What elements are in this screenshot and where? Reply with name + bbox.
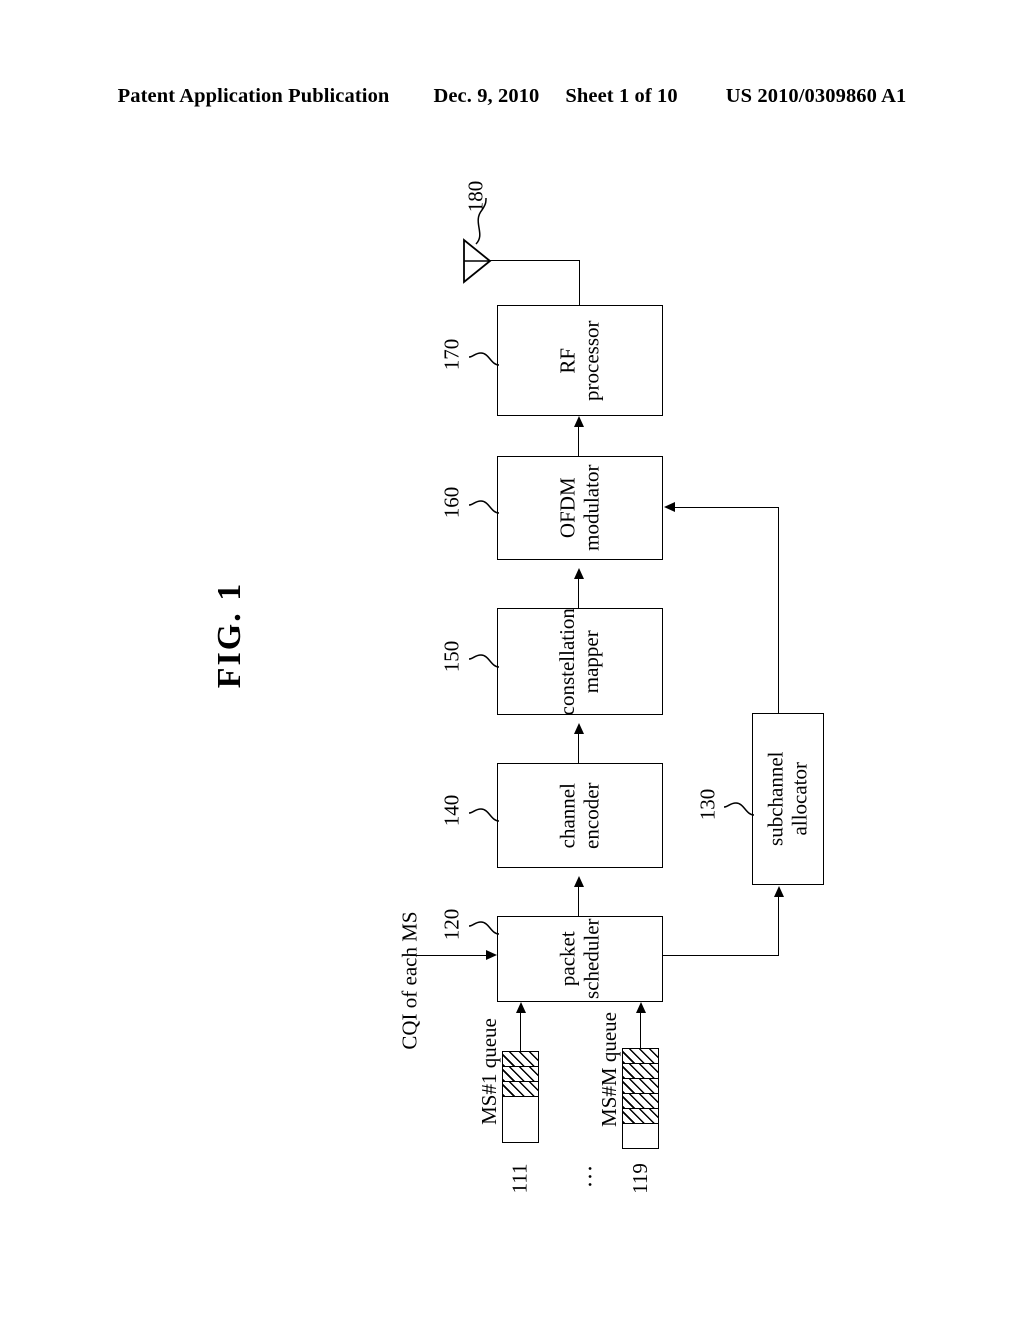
arrowhead-scheduler-to-allocator bbox=[773, 886, 784, 897]
link-ms1-queue-to-scheduler bbox=[520, 1012, 521, 1052]
arrowhead-mapper-to-ofdm bbox=[573, 568, 584, 579]
link-allocator-to-ofdm-horizontal bbox=[675, 507, 779, 508]
arrowhead-ms1-queue-to-scheduler bbox=[515, 1002, 526, 1013]
queue-cell bbox=[503, 1097, 538, 1141]
block-packet-scheduler-label: packet scheduler bbox=[555, 918, 603, 1000]
block-subchannel-allocator[interactable]: subchannel allocator bbox=[752, 713, 824, 885]
link-scheduler-to-encoder bbox=[578, 884, 579, 916]
link-encoder-to-mapper bbox=[578, 731, 579, 763]
block-rf-processor[interactable]: RF processor bbox=[497, 305, 663, 416]
queue-cell bbox=[623, 1094, 658, 1109]
arrowhead-ofdm-to-rf bbox=[573, 416, 584, 427]
queue-msm-label: MS#M queue bbox=[596, 1011, 621, 1127]
arrowhead-msm-queue-to-scheduler bbox=[635, 1002, 646, 1013]
link-msm-queue-to-scheduler bbox=[640, 1012, 641, 1049]
block-channel-encoder[interactable]: channel encoder bbox=[497, 763, 663, 868]
ref-140: 140 bbox=[439, 794, 464, 826]
header-sheet: Sheet 1 of 10 bbox=[565, 85, 678, 107]
block-constellation-mapper-label: constellation mapper bbox=[555, 607, 603, 716]
block-ofdm-modulator-label: OFDM modulator bbox=[555, 464, 603, 552]
queue-cell bbox=[623, 1124, 658, 1144]
block-constellation-mapper[interactable]: constellation mapper bbox=[497, 608, 663, 715]
ref-111: 111 bbox=[507, 1163, 532, 1193]
queue-cell bbox=[623, 1109, 658, 1124]
ref-180: 180 bbox=[463, 180, 488, 212]
page-header: Patent Application Publication Dec. 9, 2… bbox=[0, 85, 1024, 115]
block-packet-scheduler[interactable]: packet scheduler bbox=[497, 916, 663, 1002]
ref-119: 119 bbox=[627, 1162, 652, 1194]
link-allocator-to-ofdm-vertical bbox=[778, 507, 779, 713]
arrowhead-allocator-to-ofdm bbox=[664, 501, 675, 512]
patent-figure-page: Patent Application Publication Dec. 9, 2… bbox=[0, 0, 1024, 1320]
header-date: Dec. 9, 2010 bbox=[433, 85, 540, 107]
ref-150: 150 bbox=[439, 640, 464, 672]
arrowhead-cqi-input bbox=[486, 949, 497, 960]
arrowhead-scheduler-to-encoder bbox=[573, 876, 584, 887]
block-subchannel-allocator-label: subchannel allocator bbox=[763, 751, 812, 847]
ref-170: 170 bbox=[439, 338, 464, 370]
link-ofdm-to-rf bbox=[578, 424, 579, 456]
ref-160: 160 bbox=[439, 486, 464, 518]
link-scheduler-to-allocator-horizontal bbox=[663, 955, 779, 956]
header-publication: Patent Application Publication bbox=[117, 85, 390, 107]
figure-title-text: FIG. 1 bbox=[210, 581, 248, 689]
ref-130: 130 bbox=[695, 788, 720, 820]
block-ofdm-modulator[interactable]: OFDM modulator bbox=[497, 456, 663, 560]
cqi-input-label: CQI of each MS bbox=[397, 910, 422, 1050]
queue-ellipsis: ... bbox=[571, 1163, 598, 1187]
block-rf-processor-label: RF processor bbox=[555, 320, 603, 401]
antenna-feed-horizontal bbox=[489, 260, 580, 261]
figure-title: FIG. 1 bbox=[155, 560, 305, 710]
antenna-feed-vertical bbox=[579, 260, 580, 306]
arrowhead-encoder-to-mapper bbox=[573, 723, 584, 734]
block-channel-encoder-label: channel encoder bbox=[555, 782, 603, 849]
link-mapper-to-ofdm bbox=[578, 576, 579, 608]
cqi-input-line bbox=[410, 955, 486, 956]
link-scheduler-to-allocator-vertical bbox=[778, 897, 779, 955]
queue-ms1-label: MS#1 queue bbox=[476, 1017, 501, 1125]
header-patent-number: US 2010/0309860 A1 bbox=[725, 85, 907, 107]
